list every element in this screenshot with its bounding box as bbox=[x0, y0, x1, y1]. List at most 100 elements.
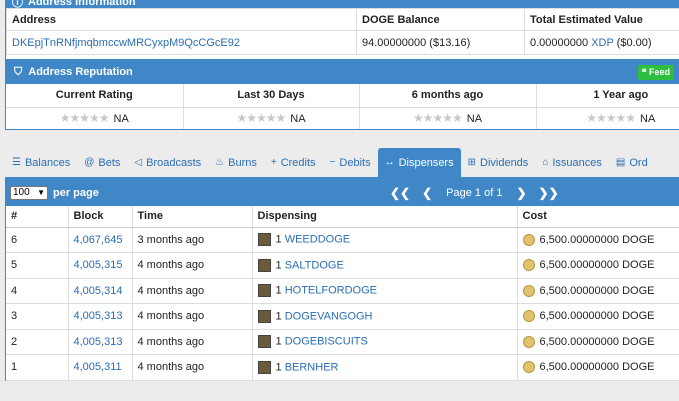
next-page-icon[interactable]: ❯ bbox=[516, 186, 526, 200]
asset-link[interactable]: DOGEVANGOGH bbox=[285, 310, 373, 322]
cost-cell: 6,500.00000000 DOGE bbox=[516, 329, 679, 355]
tab-credits[interactable]: + Credits bbox=[264, 148, 323, 177]
cost-value: 6,500.00000000 DOGE bbox=[539, 310, 655, 323]
bullhorn-icon: ❝ bbox=[641, 67, 647, 77]
address-link[interactable]: DKEpjTnRNfjmqbmccwMRCyxpM9QcCGcE92 bbox=[12, 37, 240, 49]
feedback-button[interactable]: ❝ Feed bbox=[637, 65, 674, 80]
plus-icon: + bbox=[270, 157, 277, 168]
row-num: 5 bbox=[6, 252, 68, 279]
pagination: ❮❮ ❮ Page 1 of 1 ❯ ❯❯ bbox=[384, 179, 565, 206]
rating-30-days: ★★★★★ NA bbox=[183, 106, 360, 129]
row-time: 4 months ago bbox=[131, 354, 252, 381]
block-link[interactable]: 4,067,645 bbox=[74, 234, 123, 246]
doge-coin-icon bbox=[522, 361, 535, 374]
asset-link[interactable]: SALTDOGE bbox=[285, 259, 344, 271]
tab-dispensers[interactable]: ↔ Dispensers bbox=[377, 148, 461, 177]
row-time: 4 months ago bbox=[131, 278, 252, 304]
tab-burns[interactable]: ♨ Burns bbox=[208, 148, 264, 177]
cost-value: 6,500.00000000 DOGE bbox=[539, 233, 655, 246]
feedback-label: Feed bbox=[648, 67, 670, 77]
block-link[interactable]: 4,005,311 bbox=[74, 361, 122, 373]
tab-issuances[interactable]: ⌂ Issuances bbox=[535, 148, 609, 177]
dispensers-panel: 100 ▼ per page ❮❮ ❮ Page 1 of 1 ❯ ❯❯ # B… bbox=[5, 178, 679, 381]
col-6-months: 6 months ago bbox=[359, 84, 537, 107]
asset-thumbnail-icon bbox=[257, 360, 271, 374]
doge-coin-icon bbox=[522, 284, 535, 297]
page: ⓘ Address Information Address DOGE Balan… bbox=[0, 0, 679, 401]
tab-debits[interactable]: − Debits bbox=[323, 148, 378, 177]
dispensing-cell: 1 WEEDDOGE bbox=[251, 227, 517, 253]
first-page-icon[interactable]: ❮❮ bbox=[390, 186, 410, 200]
col-time: Time bbox=[131, 206, 252, 228]
last-page-icon[interactable]: ❯❯ bbox=[539, 186, 559, 200]
col-total-value: Total Estimated Value bbox=[524, 8, 679, 31]
star-rating-icon: ★★★★★ bbox=[59, 111, 110, 126]
cost-value: 6,500.00000000 DOGE bbox=[539, 284, 655, 297]
block-link[interactable]: 4,005,313 bbox=[74, 336, 123, 348]
row-num: 1 bbox=[6, 354, 68, 381]
asset-link[interactable]: WEEDDOGE bbox=[285, 234, 350, 246]
cost-value: 6,500.00000000 DOGE bbox=[539, 335, 655, 348]
tab-broadcasts[interactable]: ◁ Broadcasts bbox=[127, 148, 208, 177]
per-page-select[interactable]: 100 ▼ bbox=[10, 185, 48, 200]
col-doge-balance: DOGE Balance bbox=[356, 8, 525, 31]
col-current-rating: Current Rating bbox=[6, 84, 184, 107]
cost-cell: 6,500.00000000 DOGE bbox=[516, 354, 679, 381]
dispense-qty: 1 bbox=[275, 310, 282, 323]
asset-link[interactable]: HOTELFORDOGE bbox=[285, 285, 377, 297]
address-info-table: Address DOGE Balance Total Estimated Val… bbox=[6, 8, 679, 55]
row-num: 2 bbox=[6, 329, 68, 355]
xdp-link[interactable]: XDP bbox=[591, 37, 613, 49]
dispensing-cell: 1 SALTDOGE bbox=[251, 252, 517, 279]
rating-6-months: ★★★★★ NA bbox=[359, 106, 537, 129]
col-cost: Cost bbox=[516, 206, 679, 228]
dispense-qty: 1 bbox=[275, 284, 282, 297]
prev-page-icon[interactable]: ❮ bbox=[422, 186, 432, 200]
doge-coin-icon bbox=[522, 259, 535, 272]
col-dispensing: Dispensing bbox=[251, 206, 517, 228]
book-icon: ▤ bbox=[615, 157, 626, 168]
address-info-panel: ⓘ Address Information Address DOGE Balan… bbox=[5, 0, 679, 60]
row-time: 4 months ago bbox=[131, 252, 252, 279]
table-row: 4 4,005,314 4 months ago 1 HOTELFORDOGE 6,50… bbox=[6, 278, 679, 304]
block-link[interactable]: 4,005,315 bbox=[74, 259, 123, 271]
table-row: 1 4,005,311 4 months ago 1 BERNHER 6,500.000… bbox=[6, 354, 679, 381]
bank-icon: ⌂ bbox=[542, 157, 549, 168]
tab-dividends[interactable]: ⊞ Dividends bbox=[461, 148, 536, 177]
asset-link[interactable]: DOGEBISCUITS bbox=[285, 336, 368, 348]
doge-coin-icon bbox=[522, 310, 535, 323]
asset-thumbnail-icon bbox=[257, 233, 271, 247]
tab-orders[interactable]: ▤ Ord bbox=[609, 148, 655, 177]
asset-thumbnail-icon bbox=[257, 258, 271, 272]
row-time: 4 months ago bbox=[131, 303, 252, 330]
reputation-title: Address Reputation bbox=[28, 66, 133, 78]
asset-thumbnail-icon bbox=[257, 335, 271, 349]
doge-coin-icon bbox=[522, 233, 535, 246]
tab-balances[interactable]: ☰ Balances bbox=[5, 148, 77, 177]
asset-link[interactable]: BERNHER bbox=[285, 361, 339, 373]
cost-cell: 6,500.00000000 DOGE bbox=[516, 252, 679, 279]
rating-1-year: ★★★★★ NA bbox=[536, 106, 679, 129]
page-indicator: Page 1 of 1 bbox=[446, 186, 503, 199]
dispensers-toolbar: 100 ▼ per page ❮❮ ❮ Page 1 of 1 ❯ ❯❯ bbox=[6, 179, 679, 206]
total-value-usd: ($0.00) bbox=[616, 36, 652, 49]
cost-cell: 6,500.00000000 DOGE bbox=[516, 278, 679, 304]
tab-bets[interactable]: @ Bets bbox=[77, 148, 127, 177]
row-time: 3 months ago bbox=[131, 227, 252, 253]
star-rating-icon: ★★★★★ bbox=[236, 111, 286, 126]
table-row: 5 4,005,315 4 months ago 1 SALTDOGE 6,500.00… bbox=[6, 252, 679, 279]
dispensing-cell: 1 DOGEBISCUITS bbox=[251, 329, 517, 355]
col-num: # bbox=[6, 206, 68, 228]
cost-value: 6,500.00000000 DOGE bbox=[539, 259, 655, 272]
dispensers-body: 6 4,067,645 3 months ago 1 WEEDDOGE 6,500.00… bbox=[6, 227, 679, 381]
sitemap-icon: ⊞ bbox=[467, 157, 476, 168]
reputation-table: Current Rating Last 30 Days 6 months ago… bbox=[6, 84, 679, 129]
arrows-icon: ↔ bbox=[384, 157, 395, 168]
reputation-panel: ⛉ Address Reputation ❝ Feed Current Rati… bbox=[5, 59, 679, 130]
shield-icon: ⛉ bbox=[14, 65, 23, 78]
block-link[interactable]: 4,005,313 bbox=[74, 310, 123, 322]
row-num: 6 bbox=[6, 227, 68, 253]
cost-value: 6,500.00000000 DOGE bbox=[539, 361, 655, 374]
block-link[interactable]: 4,005,314 bbox=[74, 285, 123, 297]
dispensing-cell: 1 DOGEVANGOGH bbox=[251, 303, 517, 330]
